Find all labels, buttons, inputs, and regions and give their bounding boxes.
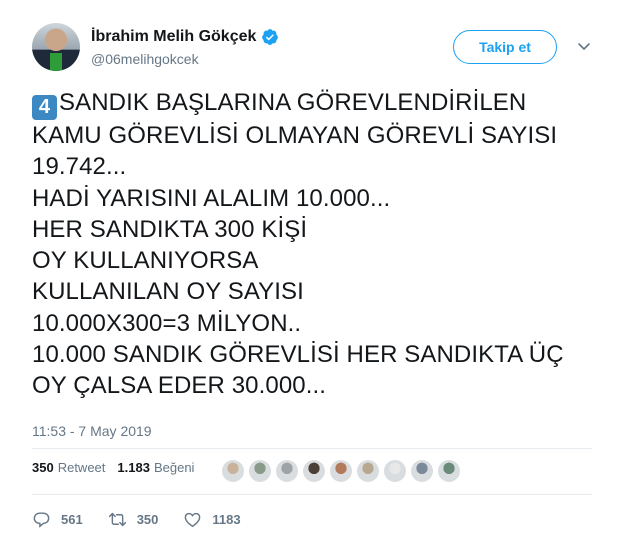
keycap-emoji: 4 [32, 95, 57, 120]
user-handle[interactable]: @06melihgokcek [91, 51, 199, 67]
liker-avatar[interactable] [330, 460, 352, 482]
liker-avatar[interactable] [222, 460, 244, 482]
divider [32, 494, 592, 495]
likers-avatars [222, 460, 460, 482]
verified-badge-icon [262, 29, 279, 45]
liker-avatar[interactable] [357, 460, 379, 482]
retweets-stat[interactable]: 350 Retweet [32, 460, 105, 475]
liker-avatar[interactable] [411, 460, 433, 482]
follow-button[interactable]: Takip et [453, 30, 557, 64]
reply-button[interactable]: 561 [32, 510, 83, 529]
like-button[interactable]: 1183 [183, 510, 241, 529]
tweet-actions: 561 350 1183 [32, 510, 266, 529]
liker-avatar[interactable] [303, 460, 325, 482]
liker-avatar[interactable] [276, 460, 298, 482]
like-count: 1183 [212, 512, 241, 527]
reply-icon [33, 512, 50, 528]
tweet-timestamp[interactable]: 11:53 - 7 May 2019 [32, 423, 152, 439]
avatar[interactable] [32, 23, 80, 71]
liker-avatar[interactable] [384, 460, 406, 482]
divider [32, 448, 592, 449]
reply-count: 561 [61, 512, 83, 527]
retweet-icon [108, 512, 126, 527]
user-name[interactable]: İbrahim Melih Gökçek [91, 28, 256, 46]
engagement-stats: 350 Retweet 1.183 Beğeni [32, 460, 206, 475]
heart-icon [185, 512, 201, 528]
tweet-body: SANDIK BAŞLARINA GÖREVLENDİRİLEN KAMU GÖ… [32, 89, 564, 400]
user-name-row[interactable]: İbrahim Melih Gökçek [91, 28, 279, 46]
chevron-down-icon[interactable] [576, 38, 592, 54]
likes-stat[interactable]: 1.183 Beğeni [117, 460, 194, 475]
liker-avatar[interactable] [249, 460, 271, 482]
liker-avatar[interactable] [438, 460, 460, 482]
retweet-button[interactable]: 350 [108, 510, 159, 529]
tweet-text: 4 SANDIK BAŞLARINA GÖREVLENDİRİLEN KAMU G… [32, 87, 602, 402]
retweet-count: 350 [136, 512, 159, 527]
